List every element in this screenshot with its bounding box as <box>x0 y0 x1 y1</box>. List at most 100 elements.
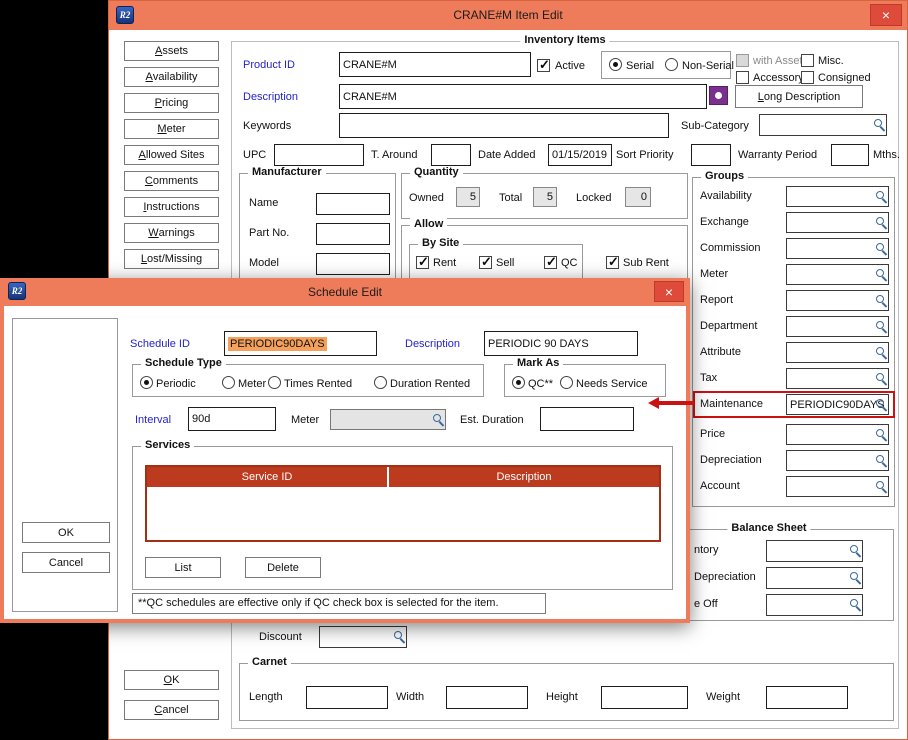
balance-lookup-depreciation[interactable] <box>766 567 863 589</box>
sidebar-button-lost-missing[interactable]: Lost/Missing <box>124 249 219 269</box>
manufacturer-field-input[interactable] <box>316 223 390 245</box>
sidebar-button-pricing[interactable]: Pricing <box>124 93 219 113</box>
qc-checkbox[interactable] <box>544 256 557 269</box>
search-icon[interactable] <box>876 399 884 407</box>
search-icon[interactable] <box>876 347 884 355</box>
item-edit-titlebar[interactable]: R2 CRANE#M Item Edit × <box>109 1 907 30</box>
search-icon[interactable] <box>876 295 884 303</box>
sidebar-button-allowed-sites[interactable]: Allowed Sites <box>124 145 219 165</box>
schedule-description-input[interactable]: PERIODIC 90 DAYS <box>484 331 638 356</box>
description-input[interactable]: CRANE#M <box>339 84 707 109</box>
sell-checkbox[interactable] <box>479 256 492 269</box>
groups-lookup-tax[interactable] <box>786 368 889 389</box>
est-duration-input[interactable] <box>540 407 634 431</box>
serial-radio[interactable] <box>609 58 622 71</box>
search-icon[interactable] <box>850 572 858 580</box>
rent-label: Rent <box>433 257 456 269</box>
groups-label-department: Department <box>700 320 757 332</box>
groups-lookup-commission[interactable] <box>786 238 889 259</box>
active-checkbox[interactable] <box>537 59 550 72</box>
schedule-type-radio-times-rented[interactable] <box>268 376 281 389</box>
carnet-input-height[interactable] <box>601 686 688 709</box>
sidebar-button-comments[interactable]: Comments <box>124 171 219 191</box>
groups-lookup-exchange[interactable] <box>786 212 889 233</box>
groups-lookup-availability[interactable] <box>786 186 889 207</box>
sub-rent-checkbox[interactable] <box>606 256 619 269</box>
services-table[interactable]: Service IDDescription <box>145 465 661 542</box>
sub-category-label: Sub-Category <box>681 120 749 132</box>
rent-checkbox[interactable] <box>416 256 429 269</box>
close-icon[interactable]: × <box>654 281 684 302</box>
search-icon[interactable] <box>394 631 402 639</box>
search-icon[interactable] <box>876 191 884 199</box>
carnet-input-weight[interactable] <box>766 686 848 709</box>
date-added-input[interactable]: 01/15/2019 <box>548 144 612 166</box>
accessory-checkbox[interactable] <box>736 71 749 84</box>
groups-lookup-maintenance[interactable]: PERIODIC90DAYS <box>786 394 889 415</box>
ok-button[interactable]: OK <box>124 670 219 690</box>
long-description-button[interactable]: Long Description <box>735 85 863 108</box>
dialog-cancel-button[interactable]: Cancel <box>22 552 110 573</box>
search-icon[interactable] <box>876 455 884 463</box>
misc-checkbox[interactable] <box>801 54 814 67</box>
search-icon[interactable] <box>876 429 884 437</box>
manufacturer-field-input[interactable] <box>316 193 390 215</box>
warranty-period-input[interactable] <box>831 144 869 166</box>
search-icon[interactable] <box>876 321 884 329</box>
sub-category-lookup[interactable] <box>759 114 887 136</box>
search-icon[interactable] <box>850 599 858 607</box>
groups-label-commission: Commission <box>700 242 761 254</box>
window-title: CRANE#M Item Edit <box>109 8 907 22</box>
sidebar-button-meter[interactable]: Meter <box>124 119 219 139</box>
upc-input[interactable] <box>274 144 364 166</box>
delete-button[interactable]: Delete <box>245 557 321 578</box>
search-icon[interactable] <box>876 373 884 381</box>
sort-priority-input[interactable] <box>691 144 731 166</box>
discount-lookup[interactable] <box>319 626 407 648</box>
description-zoom-icon[interactable] <box>709 86 728 105</box>
schedule-type-radio-periodic[interactable] <box>140 376 153 389</box>
schedule-type-radio-meter[interactable] <box>222 376 235 389</box>
groups-lookup-depreciation[interactable] <box>786 450 889 471</box>
non-serial-radio[interactable] <box>665 58 678 71</box>
sidebar-button-instructions[interactable]: Instructions <box>124 197 219 217</box>
carnet-input-width[interactable] <box>446 686 528 709</box>
balance-lookup-ntory[interactable] <box>766 540 863 562</box>
search-icon[interactable] <box>876 481 884 489</box>
mark-as-title: Mark As <box>513 357 563 369</box>
groups-lookup-meter[interactable] <box>786 264 889 285</box>
schedule-id-input[interactable]: PERIODIC90DAYS <box>224 331 377 356</box>
search-icon[interactable] <box>876 269 884 277</box>
balance-label-e-off: e Off <box>694 598 718 610</box>
t-around-input[interactable] <box>431 144 471 166</box>
groups-lookup-attribute[interactable] <box>786 342 889 363</box>
groups-lookup-report[interactable] <box>786 290 889 311</box>
groups-lookup-department[interactable] <box>786 316 889 337</box>
search-icon[interactable] <box>850 545 858 553</box>
search-icon[interactable] <box>876 217 884 225</box>
search-icon[interactable] <box>876 243 884 251</box>
mark-as-radio-needs-service[interactable] <box>560 376 573 389</box>
carnet-input-length[interactable] <box>306 686 388 709</box>
manufacturer-field-input[interactable] <box>316 253 390 275</box>
search-icon[interactable] <box>874 119 882 127</box>
groups-lookup-price[interactable] <box>786 424 889 445</box>
schedule-type-radio-duration-rented[interactable] <box>374 376 387 389</box>
services-table-body[interactable] <box>147 487 659 540</box>
date-added-label: Date Added <box>478 149 536 161</box>
product-id-input[interactable]: CRANE#M <box>339 52 531 77</box>
mark-as-radio-qc[interactable] <box>512 376 525 389</box>
interval-input[interactable]: 90d <box>188 407 276 431</box>
consigned-checkbox[interactable] <box>801 71 814 84</box>
cancel-button[interactable]: Cancel <box>124 700 219 720</box>
manufacturer-field-label: Model <box>249 257 279 269</box>
sidebar-button-availability[interactable]: Availability <box>124 67 219 87</box>
balance-lookup-e-off[interactable] <box>766 594 863 616</box>
groups-lookup-account[interactable] <box>786 476 889 497</box>
dialog-ok-button[interactable]: OK <box>22 522 110 543</box>
keywords-input[interactable] <box>339 113 669 138</box>
list-button[interactable]: List <box>145 557 221 578</box>
sidebar-button-assets[interactable]: Assets <box>124 41 219 61</box>
close-icon[interactable]: × <box>870 4 902 26</box>
sidebar-button-warnings[interactable]: Warnings <box>124 223 219 243</box>
